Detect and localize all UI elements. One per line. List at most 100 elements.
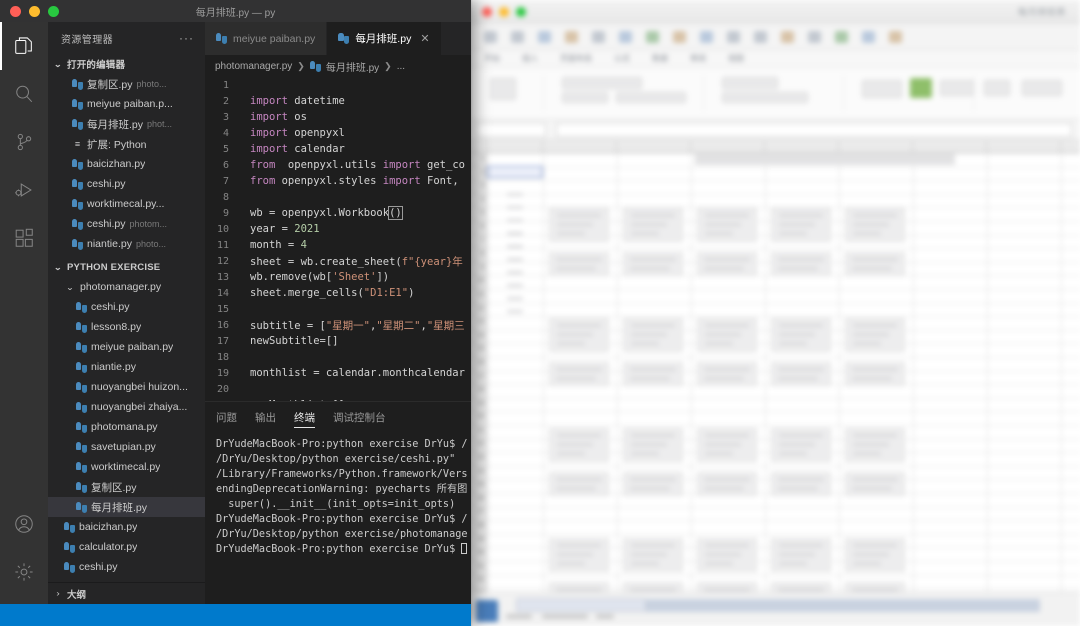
excel-minimize-button[interactable] [499,7,509,17]
ribbon-tab-5[interactable]: 审阅 [690,53,706,64]
file-row[interactable]: photomana.py [48,417,205,437]
excel-cells[interactable] [487,153,1080,592]
excel-grid[interactable]: 1 2 3 4 5 6 7 8 9 10 11 12 13 14 15 16 17 18 19 20 21 22 23 24 2… [470,140,1080,616]
excel-sheet-tab[interactable] [516,598,646,612]
file-row[interactable]: savetupian.py [48,437,205,457]
excel-column-header[interactable] [543,140,617,152]
ribbon-tab-3[interactable]: 公式 [614,53,630,64]
excel-maximize-button[interactable] [516,7,526,17]
activity-item-explorer[interactable] [0,22,48,70]
activity-item-account[interactable] [0,500,48,548]
qat-icon-1[interactable] [484,30,497,43]
qat-icon-5[interactable] [592,30,605,43]
editor-area[interactable]: meiyue paiban.py 每月排班.py ✕ photomanager.py… [205,22,471,604]
code-content[interactable]: 1 2 import datetime 3 import os 4 import openp… [205,77,471,402]
qat-icon-2[interactable] [511,30,524,43]
explorer-sidebar[interactable]: 资源管理器 ··· ⌄ 打开的编辑器 复制区.py photo... meiyue … [48,22,205,604]
file-row[interactable]: baicizhan.py [48,154,205,174]
ribbon-tab-0[interactable]: 开始 [484,53,500,64]
ribbon-tab-1[interactable]: 插入 [522,53,538,64]
editor-tab-bar[interactable]: meiyue paiban.py 每月排班.py ✕ [205,22,471,55]
file-row[interactable]: 每月排班.py phot... [48,114,205,134]
breadcrumb[interactable]: photomanager.py ❯ 每月排班.py ❯ ... [205,55,471,77]
excel-traffic-lights[interactable] [482,7,526,17]
qat-icon-3[interactable] [538,30,551,43]
activity-item-search[interactable] [0,70,48,118]
file-row[interactable]: worktimecal.py [48,457,205,477]
open-editors-list[interactable]: 复制区.py photo... meiyue paiban.p... 每月排班.py p… [48,74,205,254]
file-row[interactable]: 每月排班.py [48,497,205,517]
file-row[interactable]: 复制区.py [48,477,205,497]
editor-tab[interactable]: meiyue paiban.py [205,22,328,55]
file-row[interactable]: ceshi.py [48,297,205,317]
excel-column-header[interactable] [691,140,765,152]
file-row[interactable]: worktimecal.py... [48,194,205,214]
excel-column-header[interactable] [987,140,1061,152]
qat-icon-12[interactable] [781,30,794,43]
file-row[interactable]: lesson8.py [48,317,205,337]
panel-tab[interactable]: 终端 [294,402,315,432]
folder-file-list[interactable]: ceshi.py lesson8.py meiyue paiban.py nianti… [48,297,205,517]
excel-column-header[interactable] [839,140,913,152]
excel-selected-cell[interactable] [487,166,543,178]
excel-column-header[interactable] [617,140,691,152]
terminal-output[interactable]: DrYudeMacBook-Pro:python exercise DrYu$ … [205,432,471,604]
excel-window[interactable]: 每月排班表 开始 插入 页面布局 公式 数据 审阅 视图 1 2 3 4 5 6… [470,0,1080,626]
ribbon-tab-2[interactable]: 页面布局 [560,53,592,64]
vscode-minimize-button[interactable] [29,5,40,17]
excel-column-header[interactable] [487,140,543,152]
excel-formula-input[interactable] [556,123,1072,137]
activity-item-extensions[interactable] [0,214,48,262]
file-row[interactable]: ceshi.py photom... [48,214,205,234]
outline-section-header[interactable]: › 大纲 [48,582,205,604]
file-row[interactable]: nuoyangbei huizon... [48,377,205,397]
explorer-more-actions-icon[interactable]: ··· [179,32,194,44]
excel-formula-bar[interactable] [470,120,1080,140]
excel-quick-access-toolbar[interactable] [470,24,1080,50]
qat-icon-13[interactable] [808,30,821,43]
file-row[interactable]: niantie.py photo... [48,234,205,254]
status-bar[interactable] [0,604,471,626]
activity-item-settings[interactable] [0,548,48,596]
qat-icon-7[interactable] [646,30,659,43]
breadcrumb-item-1[interactable]: 每月排班.py [326,59,379,74]
vscode-window[interactable]: 每月排班.py — py 资源管理器 ··· ⌄ 打开的编辑器 复制区.py p… [0,0,471,626]
file-row[interactable]: ceshi.py [48,557,205,577]
file-row[interactable]: ceshi.py [48,174,205,194]
bottom-panel[interactable]: 问题 输出 终端 调试控制台 DrYudeMacBook-Pro:python exe… [205,401,471,604]
close-icon[interactable]: ✕ [420,32,429,45]
project-section-header[interactable]: ⌄ PYTHON EXERCISE [48,257,205,277]
file-row[interactable]: ≡ 扩展: Python [48,134,205,154]
breadcrumb-item-2[interactable]: ... [397,61,405,72]
qat-icon-10[interactable] [727,30,740,43]
panel-tab[interactable]: 调试控制台 [333,402,386,432]
excel-ribbon-tabs[interactable]: 开始 插入 页面布局 公式 数据 审阅 视图 [470,50,1080,68]
qat-icon-4[interactable] [565,30,578,43]
vscode-traffic-lights[interactable] [0,5,59,17]
vscode-close-button[interactable] [10,5,21,17]
excel-ribbon[interactable] [470,68,1080,120]
qat-icon-16[interactable] [889,30,902,43]
vscode-maximize-button[interactable] [48,5,59,17]
panel-tab[interactable]: 问题 [216,402,237,432]
file-row[interactable]: meiyue paiban.p... [48,94,205,114]
qat-icon-9[interactable] [700,30,713,43]
breadcrumb-item-0[interactable]: photomanager.py [215,61,292,72]
panel-tab-bar[interactable]: 问题 输出 终端 调试控制台 [205,402,471,432]
excel-sheet-add-icon[interactable] [476,600,498,622]
file-row[interactable]: nuoyangbei zhaiya... [48,397,205,417]
excel-column-header[interactable] [765,140,839,152]
folder-row-photomanager[interactable]: ⌄ photomanager.py [48,277,205,297]
editor-tab[interactable]: 每月排班.py ✕ [327,22,442,55]
file-row[interactable]: 复制区.py photo... [48,74,205,94]
ribbon-tab-4[interactable]: 数据 [652,53,668,64]
qat-icon-14[interactable] [835,30,848,43]
excel-column-headers[interactable] [470,140,1080,153]
activity-item-run-debug[interactable] [0,166,48,214]
ribbon-tab-6[interactable]: 视图 [728,53,744,64]
qat-icon-6[interactable] [619,30,632,43]
excel-sheet-tab-strip[interactable] [646,599,1040,612]
file-row[interactable]: baicizhan.py [48,517,205,537]
qat-icon-15[interactable] [862,30,875,43]
file-row[interactable]: calculator.py [48,537,205,557]
